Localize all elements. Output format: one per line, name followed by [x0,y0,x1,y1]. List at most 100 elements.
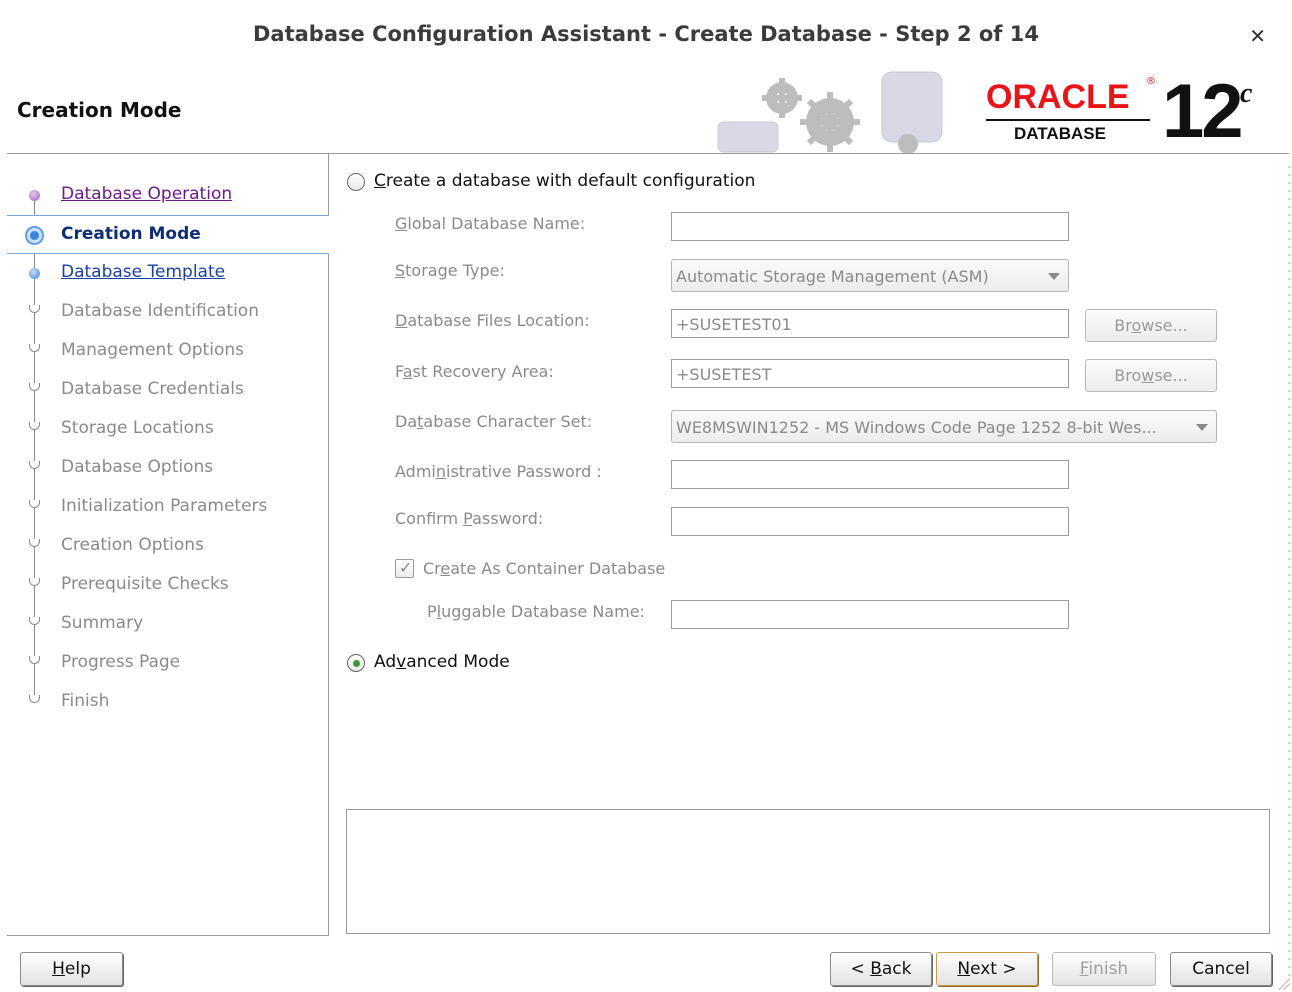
label-text: F [395,362,403,381]
step-status-icon [29,617,40,625]
label-text: anced Mode [406,652,510,672]
window-title: Database Configuration Assistant - Creat… [253,22,1039,46]
storage-type-value: Automatic Storage Management (ASM) [676,267,989,286]
mnemonic: e [440,559,451,578]
label-text: istrative Password : [446,462,602,481]
mnemonic: v [396,652,407,672]
admin-password-label: Administrative Password : [395,462,602,481]
pluggable-db-name-input[interactable] [671,600,1069,629]
label-text: st Recovery Area: [412,362,554,381]
finish-button[interactable]: Finish [1052,952,1156,986]
charset-value: WE8MSWIN1252 - MS Windows Code Page 1252… [676,418,1157,437]
step-status-icon [29,305,40,313]
global-db-name-label: Global Database Name: [395,214,585,233]
sidebar-item[interactable]: Creation Mode [7,215,329,254]
db-files-browse-button[interactable]: Browse... [1085,309,1217,342]
chevron-down-icon [1048,273,1060,280]
label-text: < [850,959,871,979]
mnemonic: P [463,509,473,528]
db-files-location-input[interactable]: +SUSETEST01 [671,309,1069,338]
sidebar-item: Progress Page [7,644,329,683]
help-button[interactable]: Help [20,952,123,986]
step-status-icon [25,226,44,245]
admin-password-input[interactable] [671,460,1069,489]
fast-recovery-area-label: Fast Recovery Area: [395,362,554,381]
mnemonic: w [1141,366,1155,385]
label-text: Br [1114,316,1132,335]
sidebar-item-label: Summary [61,613,144,633]
label-text: uggable Database Name: [441,602,645,621]
step-status-icon [29,539,40,547]
container-db-checkbox[interactable] [395,558,414,578]
confirm-password-label: Confirm Password: [395,509,543,528]
step-status-icon [29,461,40,469]
storage-type-label: Storage Type: [395,261,505,280]
database-wordmark: DATABASE [1014,124,1106,143]
db-files-location-label: Database Files Location: [395,311,590,330]
sidebar-item-label: Initialization Parameters [61,496,268,516]
confirm-password-input[interactable] [671,507,1069,536]
sidebar-item-label: Prerequisite Checks [61,574,229,594]
sidebar-item: Creation Options [7,527,329,566]
version-number: 12 [1162,69,1244,154]
mnemonic: G [395,214,408,233]
mnemonic: n [435,462,446,481]
oracle-database-logo: ORACLE ® DATABASE 12 c [984,69,1274,154]
label-text: reate a database with default configurat… [385,171,756,191]
fast-recovery-area-input[interactable]: +SUSETEST [671,359,1069,388]
step-status-icon [29,344,40,352]
default-config-radio[interactable] [347,173,365,191]
sidebar-item-label: Creation Mode [61,224,201,244]
container-db-label[interactable]: Create As Container Database [423,559,665,578]
label-text: Confirm [395,509,464,528]
label-text: wse... [1141,316,1188,335]
close-icon[interactable]: ✕ [1249,24,1266,48]
cancel-button[interactable]: Cancel [1170,952,1272,986]
mnemonic: H [52,959,65,979]
sidebar-item-label: Database Options [61,457,214,477]
oracle-wordmark: ORACLE [986,78,1130,116]
page-title: Creation Mode [17,98,182,122]
advanced-mode-radio[interactable] [347,654,365,672]
sidebar-item: Summary [7,605,329,644]
sidebar-item[interactable]: Database Operation [7,176,329,215]
mnemonic: N [957,959,971,979]
sidebar-item: Database Identification [7,293,329,332]
logo-rule [986,119,1150,121]
sidebar-item-label: Database Operation [61,184,233,204]
next-button[interactable]: Next > [936,952,1038,986]
global-db-name-input[interactable] [671,212,1069,241]
sidebar-item-label: Creation Options [61,535,204,555]
sidebar-item[interactable]: Database Template [7,254,329,293]
label-text: P [427,602,437,621]
storage-type-select[interactable]: Automatic Storage Management (ASM) [671,259,1069,292]
back-button[interactable]: < Back [830,952,932,986]
fast-recovery-browse-button[interactable]: Browse... [1085,359,1217,392]
label-text: Admi [395,462,436,481]
label-text: Da [395,412,418,431]
charset-select[interactable]: WE8MSWIN1252 - MS Windows Code Page 1252… [671,410,1217,443]
resize-grip-icon[interactable] [1278,978,1290,990]
label-text: Ad [374,652,397,672]
mnemonic: o [1131,316,1142,335]
step-status-icon [29,268,40,279]
default-config-label[interactable]: Create a database with default configura… [374,171,755,191]
step-status-icon [29,695,40,703]
step-status-icon [29,578,40,586]
sidebar-item: Database Options [7,449,329,488]
mnemonic: B [870,959,882,979]
window-right-edge [1288,160,1291,980]
advanced-mode-label[interactable]: Advanced Mode [374,652,510,672]
step-status-icon [29,383,40,391]
sidebar-item-label: Database Template [61,262,226,282]
step-status-icon [29,500,40,508]
pluggable-db-name-label: Pluggable Database Name: [427,602,645,621]
sidebar-item: Management Options [7,332,329,371]
label-text: ate As Container Database [450,559,666,578]
step-status-icon [29,190,40,201]
message-area [346,809,1270,934]
label-text: elp [64,959,91,979]
sidebar-item-label: Storage Locations [61,418,214,438]
label-text: Cr [423,559,441,578]
sidebar-item-label: Database Identification [61,301,259,321]
